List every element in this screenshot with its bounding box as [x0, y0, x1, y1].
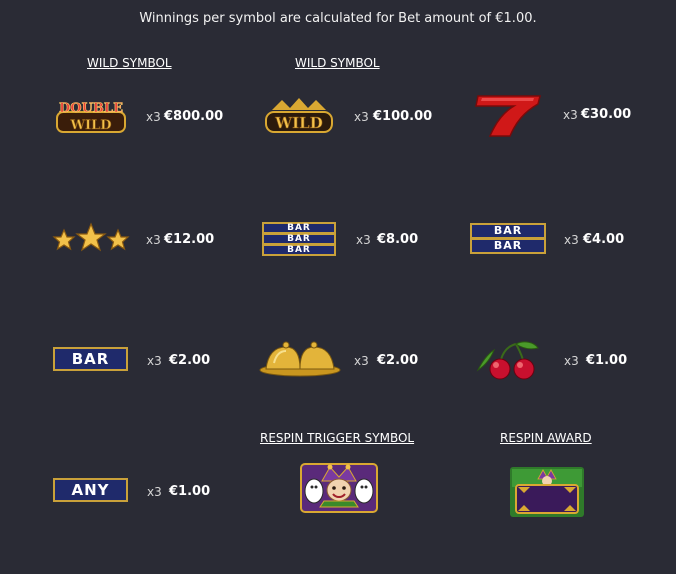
- bar-plate: BAR: [262, 244, 336, 256]
- multiplier-label: x3: [354, 354, 369, 368]
- payout-amount: €4.00: [583, 232, 625, 247]
- payout-amount: €800.00: [164, 109, 224, 124]
- multiplier-label: x3: [147, 354, 162, 368]
- payout-amount: €100.00: [373, 109, 433, 124]
- multiplier-label: x3: [146, 233, 161, 247]
- respin-award-icon: [510, 467, 584, 517]
- triple-bar-symbol-icon: BAR BAR BAR: [262, 222, 336, 256]
- wild-text: WILD: [69, 118, 111, 133]
- multiplier-label: x3: [563, 108, 578, 122]
- payout-amount: €2.00: [377, 353, 419, 368]
- bar-plate: BAR: [470, 223, 546, 239]
- multiplier-label: x3: [147, 485, 162, 499]
- payout-amount: €2.00: [169, 353, 211, 368]
- bells-symbol-icon: [258, 339, 342, 379]
- single-bar-symbol-icon: BAR: [53, 347, 128, 371]
- any-bar-symbol-icon: ANY: [53, 478, 128, 502]
- payout-amount: €30.00: [581, 107, 632, 122]
- paytable-page: Winnings per symbol are calculated for B…: [0, 0, 676, 574]
- multiplier-label: x3: [564, 233, 579, 247]
- multiplier-label: x3: [356, 233, 371, 247]
- respin-award-heading: RESPIN AWARD: [500, 431, 592, 445]
- bet-info-text: Winnings per symbol are calculated for B…: [139, 11, 537, 26]
- wild-symbol-icon: WILD: [262, 96, 336, 136]
- double-text: DOUBLE: [59, 101, 123, 116]
- double-bar-symbol-icon: BAR BAR: [470, 223, 546, 255]
- multiplier-label: x3: [564, 354, 579, 368]
- wild-symbol-heading-2: WILD SYMBOL: [295, 56, 380, 70]
- bar-plate: BAR: [53, 347, 128, 371]
- double-wild-symbol-icon: DOUBLE WILD: [53, 98, 129, 136]
- any-plate: ANY: [53, 478, 128, 502]
- payout-amount: €8.00: [377, 232, 419, 247]
- payout-amount: €1.00: [586, 353, 628, 368]
- multiplier-label: x3: [146, 110, 161, 124]
- wild-label-text: WILD: [274, 114, 322, 132]
- respin-trigger-heading: RESPIN TRIGGER SYMBOL: [260, 431, 415, 445]
- jester-respin-trigger-icon: [300, 463, 378, 513]
- multiplier-label: x3: [354, 110, 369, 124]
- three-stars-symbol-icon: [50, 222, 132, 256]
- cherries-symbol-icon: [474, 340, 542, 380]
- payout-amount: €12.00: [164, 232, 215, 247]
- bar-plate: BAR: [470, 238, 546, 254]
- payout-amount: €1.00: [169, 484, 211, 499]
- seven-symbol-icon: [472, 94, 544, 138]
- wild-symbol-heading-1: WILD SYMBOL: [87, 56, 172, 70]
